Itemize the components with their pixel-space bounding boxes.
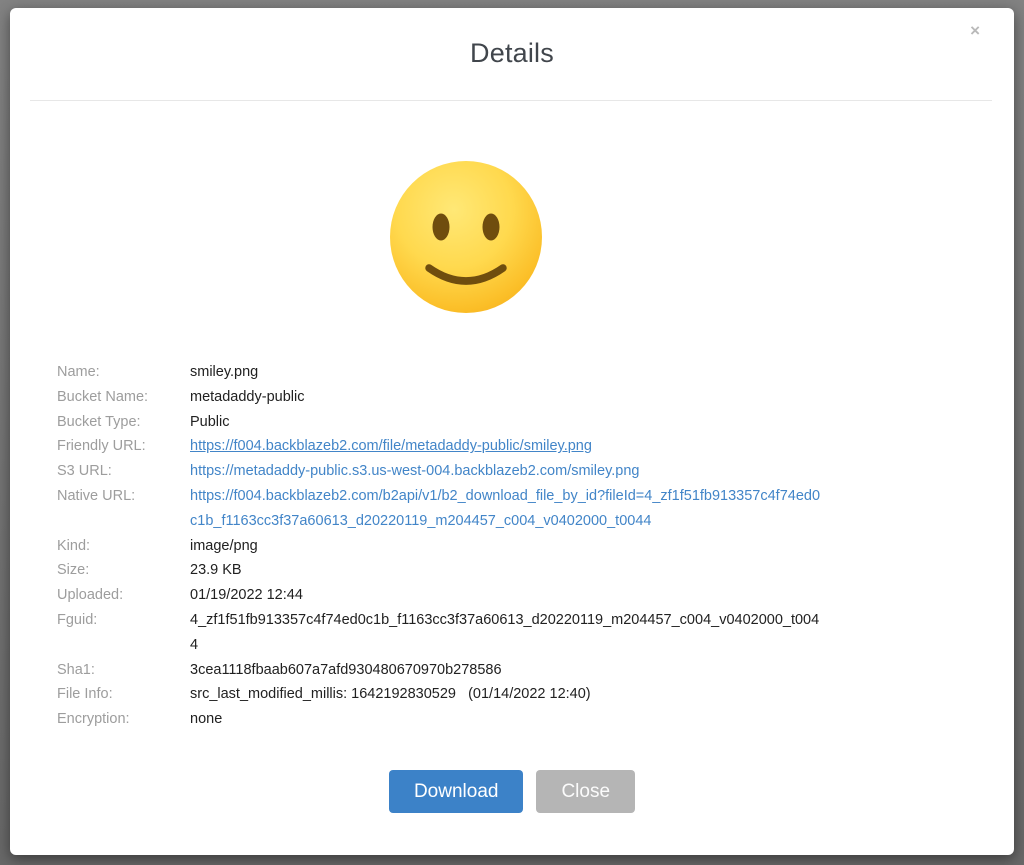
detail-row: File Info:src_last_modified_millis: 1642… (57, 682, 974, 707)
detail-row: Fguid:4_zf1f51fb913357c4f74ed0c1b_f1163c… (57, 608, 974, 658)
detail-row: Name:smiley.png (57, 360, 974, 385)
detail-row: S3 URL:https://metadaddy-public.s3.us-we… (57, 459, 974, 484)
detail-value: 4_zf1f51fb913357c4f74ed0c1b_f1163cc3f37a… (190, 608, 822, 658)
detail-value-link[interactable]: https://f004.backblazeb2.com/b2api/v1/b2… (190, 484, 822, 534)
detail-value: image/png (190, 534, 258, 559)
detail-label: Name: (57, 360, 190, 385)
detail-value: 01/19/2022 12:44 (190, 583, 303, 608)
detail-label: Bucket Name: (57, 385, 190, 410)
details-modal: Details × Name:smiley.pngBucket Name:met… (10, 8, 1014, 855)
detail-row: Size:23.9 KB (57, 558, 974, 583)
detail-label: Friendly URL: (57, 434, 190, 459)
detail-value-link[interactable]: https://f004.backblazeb2.com/file/metada… (190, 434, 592, 459)
detail-label: Encryption: (57, 707, 190, 732)
detail-label: Bucket Type: (57, 410, 190, 435)
detail-value: metadaddy-public (190, 385, 304, 410)
detail-row: Native URL:https://f004.backblazeb2.com/… (57, 484, 974, 534)
detail-value: src_last_modified_millis: 1642192830529 … (190, 682, 591, 707)
detail-value: 3cea1118fbaab607a7afd930480670970b278586 (190, 658, 502, 683)
detail-label: Size: (57, 558, 190, 583)
detail-label: Native URL: (57, 484, 190, 509)
detail-value-link[interactable]: https://metadaddy-public.s3.us-west-004.… (190, 459, 639, 484)
detail-label: Kind: (57, 534, 190, 559)
close-button[interactable]: Close (536, 770, 635, 813)
detail-row: Kind:image/png (57, 534, 974, 559)
detail-row: Sha1:3cea1118fbaab607a7afd930480670970b2… (57, 658, 974, 683)
detail-row: Friendly URL:https://f004.backblazeb2.co… (57, 434, 974, 459)
download-button[interactable]: Download (389, 770, 524, 813)
detail-row: Bucket Name:metadaddy-public (57, 385, 974, 410)
detail-value: smiley.png (190, 360, 258, 385)
close-icon[interactable]: × (970, 22, 980, 39)
modal-footer: Download Close (10, 770, 1014, 813)
detail-label: S3 URL: (57, 459, 190, 484)
file-details-list: Name:smiley.pngBucket Name:metadaddy-pub… (57, 360, 974, 732)
detail-label: Sha1: (57, 658, 190, 683)
modal-title: Details (10, 8, 1014, 69)
detail-label: File Info: (57, 682, 190, 707)
detail-value: 23.9 KB (190, 558, 242, 583)
header-divider (30, 100, 992, 101)
detail-value: none (190, 707, 222, 732)
detail-value: Public (190, 410, 230, 435)
detail-row: Encryption:none (57, 707, 974, 732)
detail-label: Uploaded: (57, 583, 190, 608)
modal-header: Details × (10, 8, 1014, 100)
detail-row: Uploaded:01/19/2022 12:44 (57, 583, 974, 608)
detail-label: Fguid: (57, 608, 190, 633)
file-preview-image (381, 152, 551, 322)
detail-row: Bucket Type:Public (57, 410, 974, 435)
smiley-face-emoji-icon (381, 152, 551, 322)
